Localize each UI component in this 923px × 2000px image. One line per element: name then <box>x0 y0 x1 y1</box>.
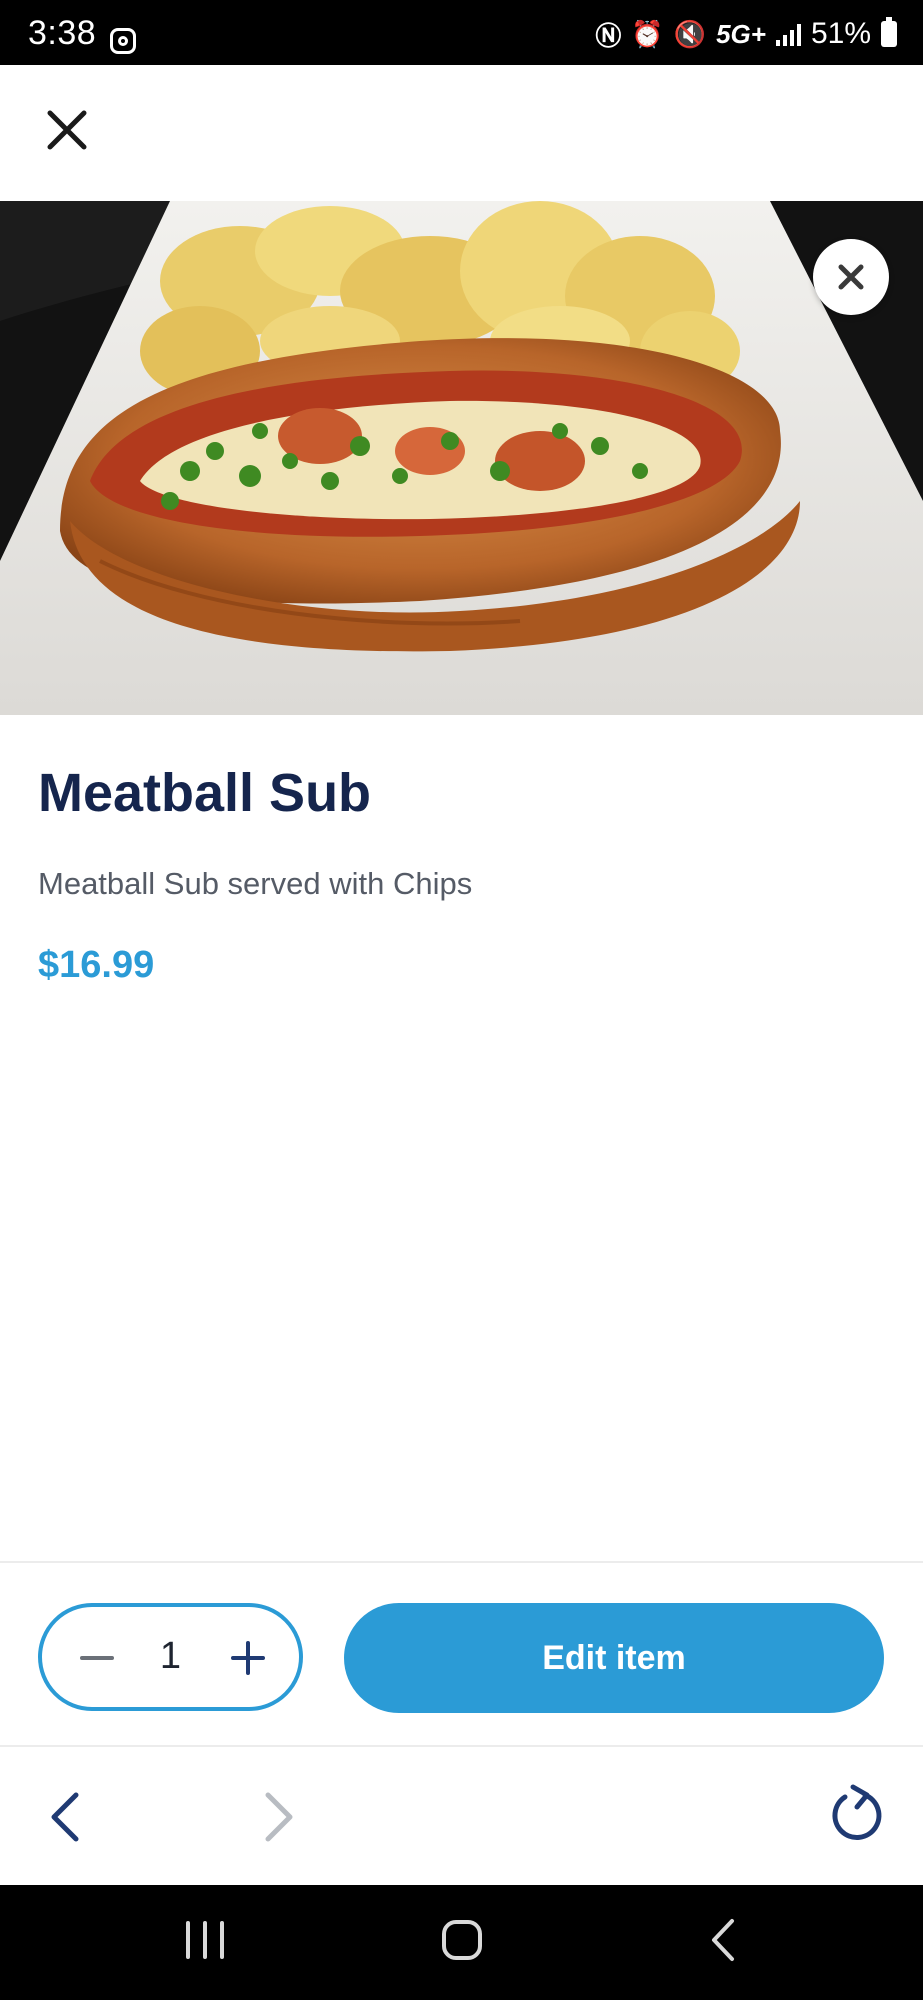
home-icon <box>442 1920 482 1960</box>
item-description: Meatball Sub served with Chips <box>38 866 473 901</box>
battery-icon <box>881 17 897 47</box>
status-time: 3:38 <box>28 14 97 52</box>
back-icon <box>712 1919 734 1961</box>
mute-icon: 🔇 <box>673 18 707 49</box>
edit-item-button[interactable]: Edit item <box>344 1603 884 1713</box>
chevron-left-icon <box>51 1792 79 1842</box>
battery-percent: 51% <box>810 17 871 50</box>
modal-header <box>0 65 923 201</box>
item-image <box>0 201 923 715</box>
status-bar: 3:38 Ⓝ ⏰ 🔇 5G+ 51% <box>0 0 923 65</box>
item-title: Meatball Sub <box>38 763 372 823</box>
close-icon[interactable] <box>40 103 94 157</box>
forward-button[interactable] <box>250 1787 306 1847</box>
plus-icon <box>231 1641 265 1675</box>
chevron-right-icon <box>265 1792 293 1842</box>
system-back-button[interactable] <box>706 1915 740 1965</box>
system-nav-bar <box>0 1885 923 2000</box>
nfc-icon: Ⓝ <box>595 20 622 51</box>
status-icons: Ⓝ ⏰ 🔇 5G+ 51% <box>595 16 897 52</box>
recents-button[interactable] <box>180 1915 230 1965</box>
reload-button[interactable] <box>825 1783 889 1847</box>
network-5g-icon: 5G+ <box>716 18 766 49</box>
alarm-icon: ⏰ <box>631 18 664 49</box>
browser-nav <box>0 1747 923 1885</box>
image-close-button[interactable] <box>813 239 889 315</box>
back-button[interactable] <box>38 1787 94 1847</box>
quantity-stepper: 1 <box>38 1603 303 1711</box>
reload-icon <box>832 1784 882 1840</box>
home-button[interactable] <box>440 1915 484 1965</box>
item-price: $16.99 <box>38 944 155 986</box>
meatball-sub-photo <box>0 201 923 715</box>
instagram-icon <box>110 28 136 54</box>
close-icon <box>838 264 864 290</box>
increment-button[interactable] <box>223 1633 273 1683</box>
action-bar: 1 Edit item <box>0 1561 923 1747</box>
recents-icon <box>186 1921 224 1959</box>
signal-icon <box>775 22 801 46</box>
